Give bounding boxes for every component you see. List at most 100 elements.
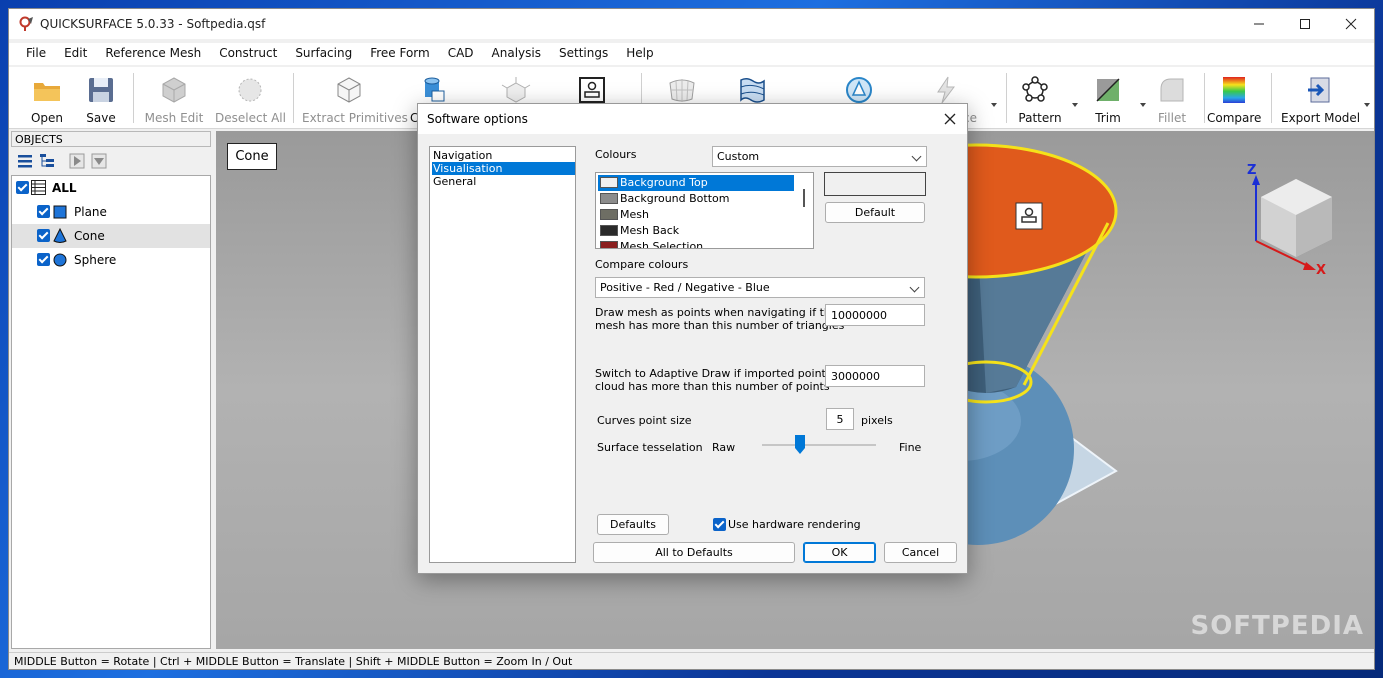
open-label: Open bbox=[30, 111, 64, 125]
adaptive-draw-label-2: cloud has more than this number of point… bbox=[595, 380, 830, 393]
visibility-checkbox[interactable] bbox=[37, 205, 50, 218]
selected-object-label: Cone bbox=[227, 143, 277, 170]
export-model-button[interactable]: Export Model bbox=[1281, 67, 1370, 129]
dropdown-arrow-icon[interactable] bbox=[1364, 103, 1370, 107]
expand-icon[interactable] bbox=[69, 153, 85, 169]
colour-item[interactable]: Background Bottom bbox=[598, 191, 794, 207]
dropdown-arrow-icon[interactable] bbox=[1072, 103, 1078, 107]
dialog-close-icon[interactable] bbox=[939, 108, 961, 130]
toolbar-separator bbox=[1271, 73, 1272, 123]
colour-item-label: Background Top bbox=[620, 176, 708, 189]
menu-surfacing[interactable]: Surfacing bbox=[286, 43, 361, 65]
nav-item-visualisation[interactable]: Visualisation bbox=[432, 162, 575, 175]
tree-item-label: ALL bbox=[52, 181, 77, 195]
colours-label: Colours bbox=[595, 148, 637, 161]
surface-tesselation-label: Surface tesselation bbox=[597, 441, 703, 454]
tesselation-slider-thumb[interactable] bbox=[794, 435, 805, 454]
visibility-checkbox[interactable] bbox=[16, 181, 29, 194]
cube-outline-icon bbox=[337, 77, 361, 103]
cone-icon bbox=[53, 228, 67, 243]
compare-label: Compare bbox=[1207, 111, 1262, 125]
mesh-edit-button[interactable]: Mesh Edit bbox=[143, 67, 205, 129]
mesh-edit-icon bbox=[162, 77, 186, 103]
cancel-button[interactable]: Cancel bbox=[884, 542, 957, 563]
collapse-icon[interactable] bbox=[91, 153, 107, 169]
extract-primitives-button[interactable]: Extract Primitives bbox=[302, 67, 408, 129]
default-colour-button[interactable]: Default bbox=[825, 202, 925, 223]
curves-point-size-input[interactable]: 5 bbox=[826, 408, 854, 430]
title-bar: QUICKSURFACE 5.0.33 - Softpedia.qsf bbox=[9, 9, 1374, 39]
list-view-icon[interactable] bbox=[17, 153, 33, 169]
objects-panel: OBJECTS ALL Plane Cone Sphere bbox=[11, 131, 211, 649]
colour-item[interactable]: Mesh Selection bbox=[598, 239, 794, 248]
menu-file[interactable]: File bbox=[9, 43, 55, 65]
colour-swatch bbox=[600, 209, 618, 220]
deselect-all-label: Deselect All bbox=[215, 111, 286, 125]
colour-item[interactable]: Background Top bbox=[598, 175, 794, 191]
surface-patch-icon bbox=[669, 79, 695, 102]
software-options-dialog: Software options Navigation Visualisatio… bbox=[417, 103, 968, 574]
tree-item-sphere[interactable]: Sphere bbox=[12, 248, 210, 272]
dropdown-arrow-icon[interactable] bbox=[991, 103, 997, 107]
tesselation-slider-track[interactable] bbox=[762, 444, 876, 446]
square-icon bbox=[53, 205, 67, 219]
transform-cube-icon bbox=[501, 77, 531, 103]
colour-item-label: Mesh Back bbox=[620, 224, 680, 237]
menu-help[interactable]: Help bbox=[617, 43, 662, 65]
compare-colours-select[interactable]: Positive - Red / Negative - Blue bbox=[595, 277, 925, 298]
adaptive-draw-input[interactable]: 3000000 bbox=[825, 365, 925, 387]
fillet-button[interactable]: Fillet bbox=[1145, 67, 1199, 129]
save-button[interactable]: Save bbox=[75, 67, 127, 129]
tree-item-cone[interactable]: Cone bbox=[12, 224, 210, 248]
colour-item[interactable]: Mesh bbox=[598, 207, 794, 223]
menu-settings[interactable]: Settings bbox=[550, 43, 617, 65]
tesselation-raw-label: Raw bbox=[712, 441, 736, 454]
ok-button[interactable]: OK bbox=[803, 542, 876, 563]
deselect-circle-icon bbox=[238, 78, 262, 102]
export-arrow-icon bbox=[1308, 77, 1330, 103]
colour-item[interactable]: Mesh Back bbox=[598, 223, 794, 239]
pattern-button[interactable]: Pattern bbox=[1009, 67, 1078, 129]
list-scrollbar[interactable] bbox=[803, 189, 805, 207]
tree-item-plane[interactable]: Plane bbox=[12, 200, 210, 224]
mesh-edit-label: Mesh Edit bbox=[144, 111, 204, 125]
visibility-checkbox[interactable] bbox=[37, 253, 50, 266]
toolbar-separator bbox=[293, 73, 294, 123]
menu-construct[interactable]: Construct bbox=[210, 43, 286, 65]
menu-cad[interactable]: CAD bbox=[439, 43, 483, 65]
hardware-rendering-label: Use hardware rendering bbox=[728, 518, 861, 531]
menu-free-form[interactable]: Free Form bbox=[361, 43, 439, 65]
visibility-checkbox[interactable] bbox=[37, 229, 50, 242]
export-model-label: Export Model bbox=[1281, 111, 1361, 125]
nav-item-general[interactable]: General bbox=[432, 175, 575, 188]
colour-preview-swatch[interactable] bbox=[824, 172, 926, 196]
options-nav-list: Navigation Visualisation General bbox=[429, 146, 576, 563]
trim-button[interactable]: Trim bbox=[1081, 67, 1146, 129]
menu-analysis[interactable]: Analysis bbox=[483, 43, 550, 65]
minimize-button[interactable] bbox=[1236, 9, 1282, 39]
all-to-defaults-button[interactable]: All to Defaults bbox=[593, 542, 795, 563]
tree-item-all[interactable]: ALL bbox=[12, 176, 210, 200]
defaults-button[interactable]: Defaults bbox=[597, 514, 669, 535]
colours-select[interactable]: Custom bbox=[712, 146, 927, 167]
cylinder-icon bbox=[424, 77, 445, 102]
points-threshold-input[interactable]: 10000000 bbox=[825, 304, 925, 326]
pattern-icon bbox=[1022, 76, 1048, 102]
curves-point-size-label: Curves point size bbox=[597, 414, 692, 427]
objects-tree: ALL Plane Cone Sphere bbox=[11, 175, 211, 649]
dialog-title-bar: Software options bbox=[418, 104, 967, 134]
close-window-button[interactable] bbox=[1328, 9, 1374, 39]
menu-reference-mesh[interactable]: Reference Mesh bbox=[96, 43, 210, 65]
hardware-rendering-checkbox[interactable] bbox=[713, 518, 726, 531]
maximize-button[interactable] bbox=[1282, 9, 1328, 39]
menu-bar: File Edit Reference Mesh Construct Surfa… bbox=[9, 43, 1374, 65]
trim-label: Trim bbox=[1095, 111, 1121, 125]
open-button[interactable]: Open bbox=[21, 67, 73, 129]
nav-item-navigation[interactable]: Navigation bbox=[432, 149, 575, 162]
compare-button[interactable]: Compare bbox=[1207, 67, 1261, 129]
colour-swatch bbox=[600, 225, 618, 236]
menu-edit[interactable]: Edit bbox=[55, 43, 96, 65]
objects-header: OBJECTS bbox=[11, 131, 211, 147]
deselect-all-button[interactable]: Deselect All bbox=[215, 67, 286, 129]
tree-view-icon[interactable] bbox=[39, 153, 55, 169]
